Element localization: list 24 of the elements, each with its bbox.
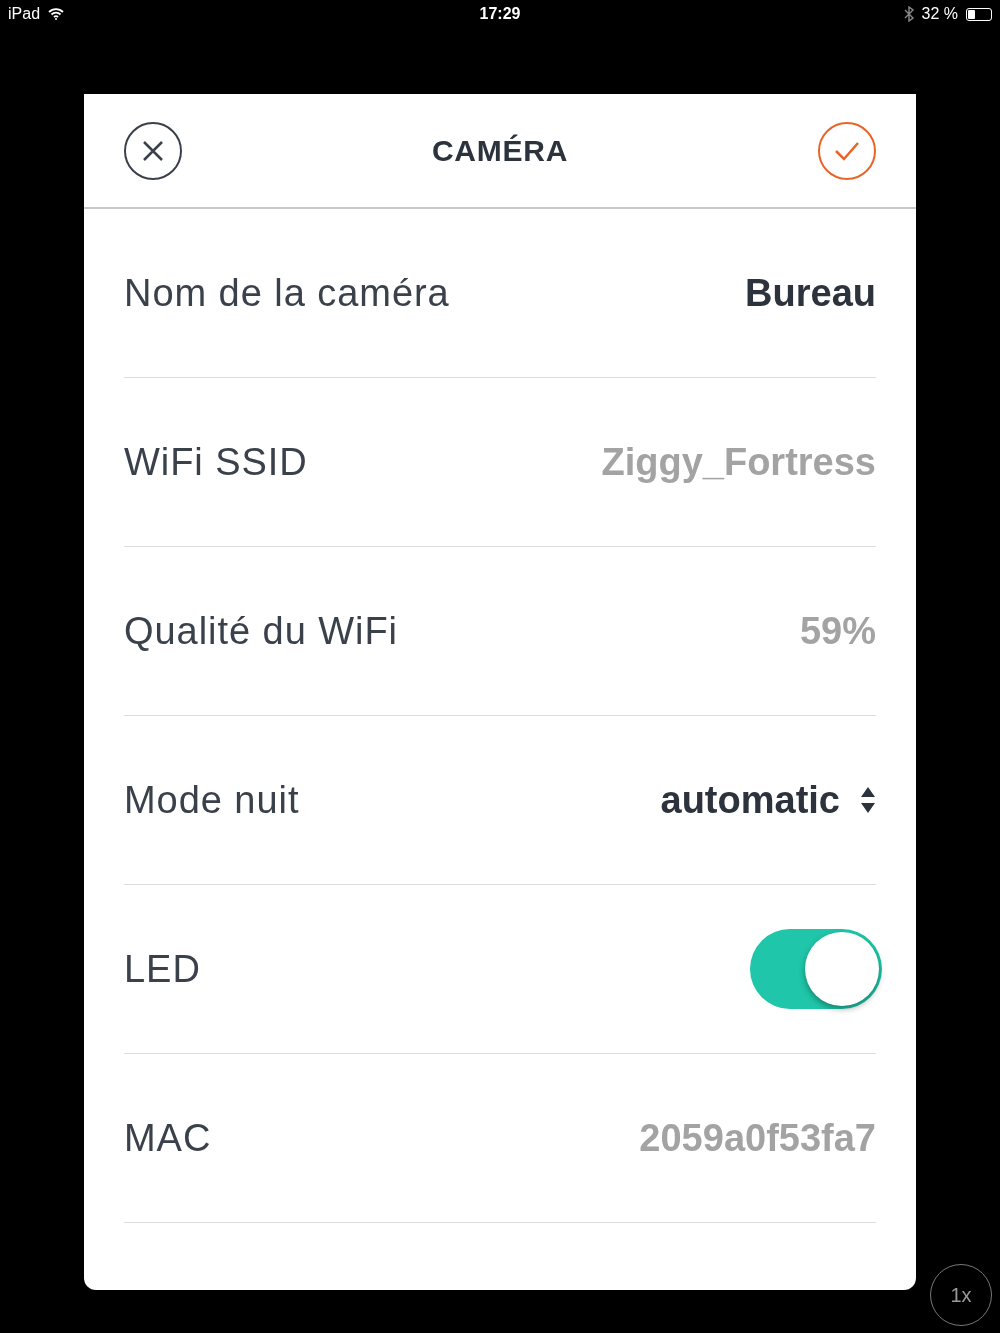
- led-switch[interactable]: [750, 929, 882, 1009]
- setting-label: Nom de la caméra: [124, 270, 450, 316]
- setting-label: LED: [124, 946, 201, 992]
- close-icon: [142, 139, 164, 162]
- wifi-icon: [48, 8, 65, 20]
- setting-value: Ziggy_Fortress: [601, 439, 876, 485]
- clock: 17:29: [479, 4, 521, 24]
- battery-icon: [966, 7, 992, 21]
- check-icon: [834, 140, 860, 161]
- setting-label: MAC: [124, 1115, 212, 1161]
- setting-label: WiFi SSID: [124, 439, 308, 485]
- close-button[interactable]: [124, 121, 182, 180]
- confirm-button[interactable]: [818, 121, 876, 180]
- night-mode-select[interactable]: automatic: [660, 771, 876, 829]
- setting-label: Mode nuit: [124, 777, 300, 823]
- battery-percentage: 32 %: [921, 4, 958, 24]
- device-name: iPad: [8, 4, 41, 24]
- setting-label: Qualité du WiFi: [124, 608, 398, 654]
- sort-icon: [860, 786, 876, 814]
- bluetooth-icon: [903, 6, 914, 22]
- setting-value: Bureau: [745, 270, 876, 316]
- setting-value: 2059a0f53fa7: [639, 1115, 876, 1161]
- panel-title: CAMÉRA: [431, 133, 569, 169]
- setting-value: 59%: [799, 608, 876, 654]
